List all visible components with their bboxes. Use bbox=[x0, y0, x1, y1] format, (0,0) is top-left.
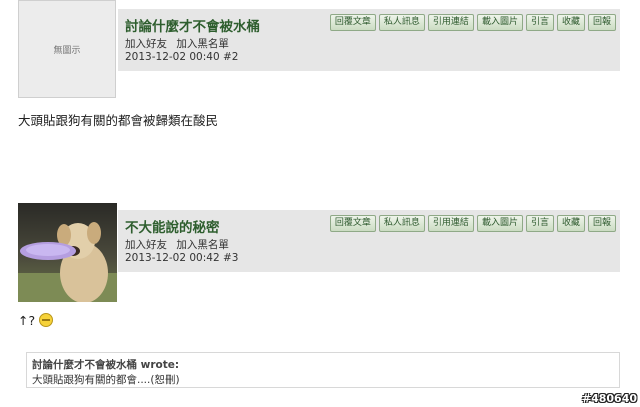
post-title: 討論什麼才不會被水桶 bbox=[125, 19, 260, 35]
quote-block: 討論什麼才不會被水桶 wrote: 大頭貼跟狗有關的都會....(恕刪) bbox=[26, 352, 620, 388]
add-friend-link[interactable]: 加入好友 bbox=[125, 38, 167, 50]
post-body: 大頭貼跟狗有關的都會被歸類在酸民 bbox=[18, 113, 219, 128]
quote-button[interactable]: 引言 bbox=[525, 215, 554, 232]
post-meta: 2013-12-02 00:42 #3 bbox=[125, 252, 238, 264]
quote-link-button[interactable]: 引用連結 bbox=[427, 215, 474, 232]
avatar-placeholder[interactable]: 無圖示 bbox=[18, 0, 116, 98]
private-message-button[interactable]: 私人訊息 bbox=[378, 14, 425, 31]
favorite-button[interactable]: 收藏 bbox=[556, 215, 585, 232]
quote-button[interactable]: 引言 bbox=[525, 14, 554, 31]
user-links: 加入好友 加入黑名單 bbox=[125, 36, 235, 51]
private-message-button[interactable]: 私人訊息 bbox=[378, 215, 425, 232]
post-number[interactable]: #3 bbox=[223, 252, 238, 264]
add-blacklist-link[interactable]: 加入黑名單 bbox=[176, 38, 229, 50]
quote-link-button[interactable]: 引用連結 bbox=[427, 14, 474, 31]
smile-emoticon-icon bbox=[39, 313, 54, 327]
post-datetime: 2013-12-02 00:42 bbox=[125, 252, 220, 264]
user-links: 加入好友 加入黑名單 bbox=[125, 237, 235, 252]
quote-author: 討論什麼才不會被水桶 wrote: bbox=[32, 359, 180, 371]
load-images-button[interactable]: 載入圖片 bbox=[476, 14, 523, 31]
add-friend-link[interactable]: 加入好友 bbox=[125, 239, 167, 251]
report-button[interactable]: 回報 bbox=[587, 215, 616, 232]
post-action-bar: 回覆文章 私人訊息 引用連結 載入圖片 引言 收藏 回報 bbox=[329, 215, 616, 232]
favorite-button[interactable]: 收藏 bbox=[556, 14, 585, 31]
reply-button[interactable]: 回覆文章 bbox=[329, 215, 376, 232]
dog-avatar-image bbox=[18, 203, 117, 302]
add-blacklist-link[interactable]: 加入黑名單 bbox=[176, 239, 229, 251]
quote-text: 大頭貼跟狗有關的都會....(恕刪) bbox=[32, 374, 180, 386]
post-datetime: 2013-12-02 00:40 bbox=[125, 51, 220, 63]
post-body: ↑? bbox=[18, 313, 54, 328]
load-images-button[interactable]: 載入圖片 bbox=[476, 215, 523, 232]
post-header: 不大能說的秘密 加入好友 加入黑名單 2013-12-02 00:42 #3 回… bbox=[118, 210, 620, 272]
post-body-text: ↑? bbox=[18, 313, 36, 328]
avatar-placeholder-label: 無圖示 bbox=[53, 45, 81, 56]
post-meta: 2013-12-02 00:40 #2 bbox=[125, 51, 238, 63]
post-title: 不大能說的秘密 bbox=[125, 220, 220, 236]
post-action-bar: 回覆文章 私人訊息 引用連結 載入圖片 引言 收藏 回報 bbox=[329, 14, 616, 31]
avatar[interactable] bbox=[18, 203, 117, 302]
watermark: #480640 bbox=[581, 392, 637, 405]
reply-button[interactable]: 回覆文章 bbox=[329, 14, 376, 31]
post-number[interactable]: #2 bbox=[223, 51, 238, 63]
report-button[interactable]: 回報 bbox=[587, 14, 616, 31]
post-header: 討論什麼才不會被水桶 加入好友 加入黑名單 2013-12-02 00:40 #… bbox=[118, 9, 620, 71]
